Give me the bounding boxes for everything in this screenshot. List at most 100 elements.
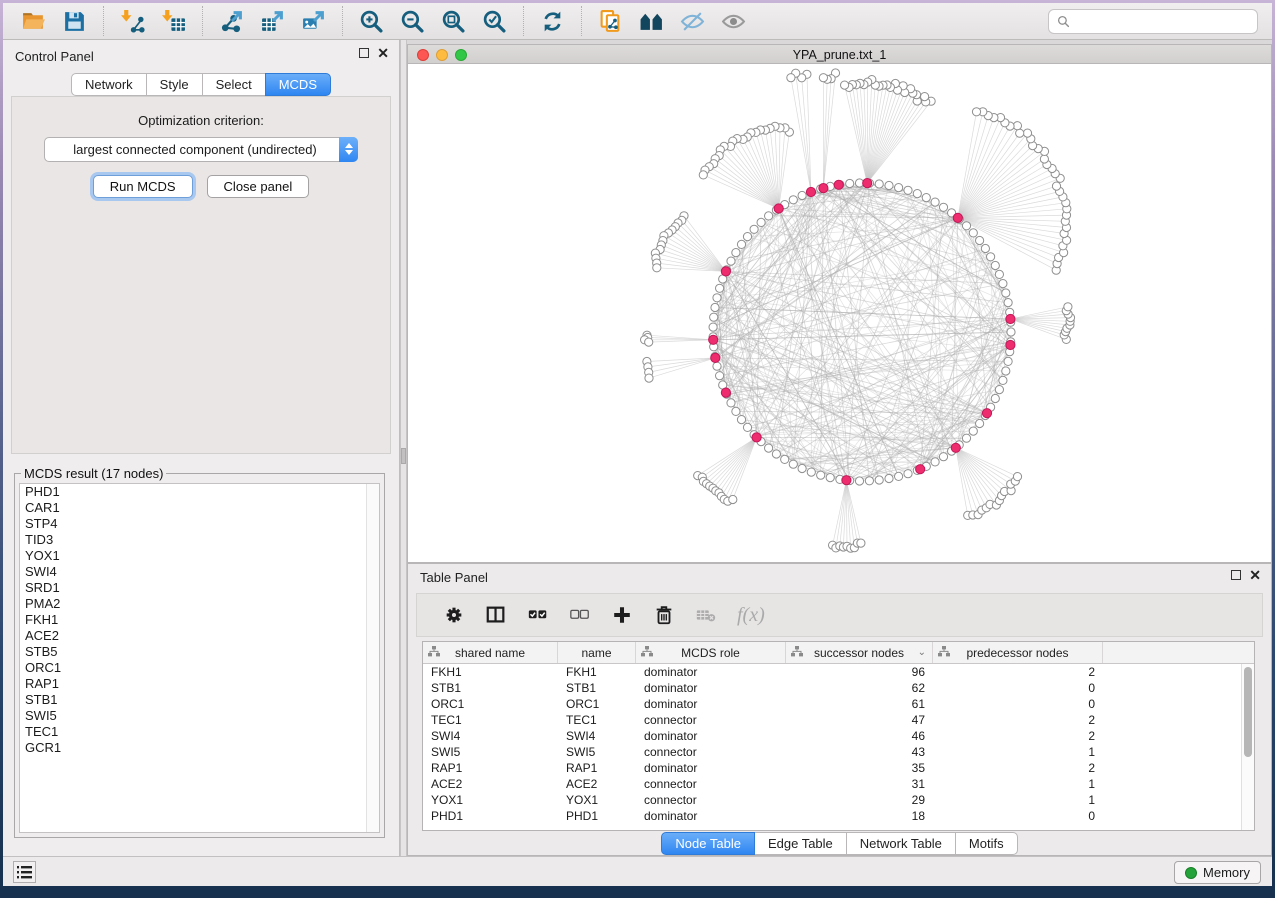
refresh-layout-icon[interactable]	[539, 8, 566, 35]
memory-button[interactable]: Memory	[1174, 861, 1261, 884]
mcds-result-node[interactable]: SWI5	[20, 708, 379, 724]
table-scrollbar[interactable]	[1241, 664, 1254, 830]
search-box[interactable]	[1048, 9, 1258, 34]
mcds-result-node[interactable]: TID3	[20, 532, 379, 548]
network-canvas[interactable]	[407, 64, 1272, 563]
cell-shared-name: RAP1	[423, 760, 558, 776]
cell-successor-nodes: 61	[786, 696, 933, 712]
mcds-result-node[interactable]: RAP1	[20, 676, 379, 692]
zoom-fit-icon[interactable]	[440, 8, 467, 35]
mcds-result-node[interactable]: SRD1	[20, 580, 379, 596]
sort-desc-icon: ⌄	[918, 647, 926, 658]
tab-node-table[interactable]: Node Table	[661, 832, 755, 855]
optimization-criterion-select[interactable]: largest connected component (undirected)	[44, 137, 358, 162]
import-network-icon[interactable]	[119, 8, 146, 35]
import-table-icon[interactable]	[160, 8, 187, 35]
tab-network-table[interactable]: Network Table	[846, 832, 956, 855]
mcds-result-list[interactable]: PHD1CAR1STP4TID3YOX1SWI4SRD1PMA2FKH1ACE2…	[19, 483, 380, 833]
splitter-grip[interactable]	[401, 448, 406, 464]
table-scrollbar-thumb[interactable]	[1244, 667, 1252, 757]
mcds-result-node[interactable]: FKH1	[20, 612, 379, 628]
mcds-result-node[interactable]: TEC1	[20, 724, 379, 740]
table-row[interactable]: SWI5SWI5connector431	[423, 744, 1254, 760]
zoom-out-icon[interactable]	[399, 8, 426, 35]
table-row[interactable]: FKH1FKH1dominator962	[423, 664, 1254, 680]
table-row[interactable]: STB1STB1dominator620	[423, 680, 1254, 696]
zoom-selected-icon[interactable]	[481, 8, 508, 35]
mcds-result-group: MCDS result (17 nodes) PHD1CAR1STP4TID3Y…	[14, 466, 385, 838]
cell-MCDS-role: dominator	[636, 664, 786, 680]
vertical-splitter[interactable]	[400, 40, 407, 856]
hide-selected-icon[interactable]	[679, 8, 706, 35]
mcds-result-node[interactable]: YOX1	[20, 548, 379, 564]
mcds-result-node[interactable]: GCR1	[20, 740, 379, 756]
mcds-result-node[interactable]: ACE2	[20, 628, 379, 644]
table-body: FKH1FKH1dominator962STB1STB1dominator620…	[423, 664, 1254, 824]
export-table-icon[interactable]	[259, 8, 286, 35]
close-panel-button[interactable]: Close panel	[207, 175, 310, 198]
cell-successor-nodes: 96	[786, 664, 933, 680]
mcds-options-panel: Optimization criterion: largest connecte…	[11, 96, 391, 454]
table-row[interactable]: YOX1YOX1connector291	[423, 792, 1254, 808]
mcds-result-node[interactable]: CAR1	[20, 500, 379, 516]
cell-name: SWI5	[558, 744, 636, 760]
mcds-result-node[interactable]: STP4	[20, 516, 379, 532]
function-builder-icon[interactable]: f(x)	[737, 604, 765, 627]
tab-mcds[interactable]: MCDS	[265, 73, 331, 96]
first-neighbors-icon[interactable]	[638, 8, 665, 35]
float-panel-icon[interactable]	[359, 48, 369, 58]
table-row[interactable]: ACE2ACE2connector311	[423, 776, 1254, 792]
export-image-icon[interactable]	[300, 8, 327, 35]
tab-motifs[interactable]: Motifs	[955, 832, 1018, 855]
table-row[interactable]: SWI4SWI4dominator462	[423, 728, 1254, 744]
cell-shared-name: ACE2	[423, 776, 558, 792]
table-row[interactable]: PHD1PHD1dominator180	[423, 808, 1254, 824]
tab-network[interactable]: Network	[71, 73, 147, 96]
search-input[interactable]	[1076, 14, 1249, 28]
close-panel-icon[interactable]: ✕	[377, 48, 389, 58]
mcds-result-scrollbar[interactable]	[366, 484, 379, 832]
mcds-result-node[interactable]: PHD1	[20, 484, 379, 500]
select-all-checkbox-icon[interactable]	[526, 603, 550, 627]
mcds-result-node[interactable]: STB1	[20, 692, 379, 708]
network-graph[interactable]	[408, 64, 1271, 561]
open-file-icon[interactable]	[20, 8, 47, 35]
clone-network-icon[interactable]	[597, 8, 624, 35]
tab-select[interactable]: Select	[202, 73, 266, 96]
delete-column-icon[interactable]	[652, 603, 676, 627]
show-all-icon[interactable]	[720, 8, 747, 35]
table-row[interactable]: ORC1ORC1dominator610	[423, 696, 1254, 712]
cell-predecessor-nodes: 2	[933, 664, 1103, 680]
table-settings-icon[interactable]	[442, 603, 466, 627]
mcds-result-node[interactable]: PMA2	[20, 596, 379, 612]
cell-shared-name: ORC1	[423, 696, 558, 712]
network-window-titlebar[interactable]: YPA_prune.txt_1	[407, 44, 1272, 64]
close-table-panel-icon[interactable]: ✕	[1249, 570, 1261, 580]
cell-successor-nodes: 35	[786, 760, 933, 776]
deselect-all-checkbox-icon[interactable]	[568, 603, 592, 627]
tab-edge-table[interactable]: Edge Table	[754, 832, 847, 855]
column-header-predecessor-nodes[interactable]: predecessor nodes	[933, 642, 1103, 663]
column-header-MCDS-role[interactable]: MCDS role	[636, 642, 786, 663]
cell-shared-name: SWI5	[423, 744, 558, 760]
column-header-name[interactable]: name	[558, 642, 636, 663]
add-column-icon[interactable]	[610, 603, 634, 627]
table-row[interactable]: RAP1RAP1dominator352	[423, 760, 1254, 776]
cell-MCDS-role: connector	[636, 744, 786, 760]
status-bar: Memory	[3, 856, 1272, 886]
mcds-result-node[interactable]: SWI4	[20, 564, 379, 580]
save-session-icon[interactable]	[61, 8, 88, 35]
float-table-panel-icon[interactable]	[1231, 570, 1241, 580]
column-layout-icon[interactable]	[484, 603, 508, 627]
optimization-criterion-label: Optimization criterion:	[12, 113, 390, 128]
task-history-button[interactable]	[13, 861, 36, 883]
zoom-in-icon[interactable]	[358, 8, 385, 35]
mcds-result-node[interactable]: ORC1	[20, 660, 379, 676]
column-header-shared-name[interactable]: shared name	[423, 642, 558, 663]
run-mcds-button[interactable]: Run MCDS	[93, 175, 193, 198]
mcds-result-node[interactable]: STB5	[20, 644, 379, 660]
column-header-successor-nodes[interactable]: successor nodes⌄	[786, 642, 933, 663]
export-network-icon[interactable]	[218, 8, 245, 35]
table-row[interactable]: TEC1TEC1connector472	[423, 712, 1254, 728]
tab-style[interactable]: Style	[146, 73, 203, 96]
